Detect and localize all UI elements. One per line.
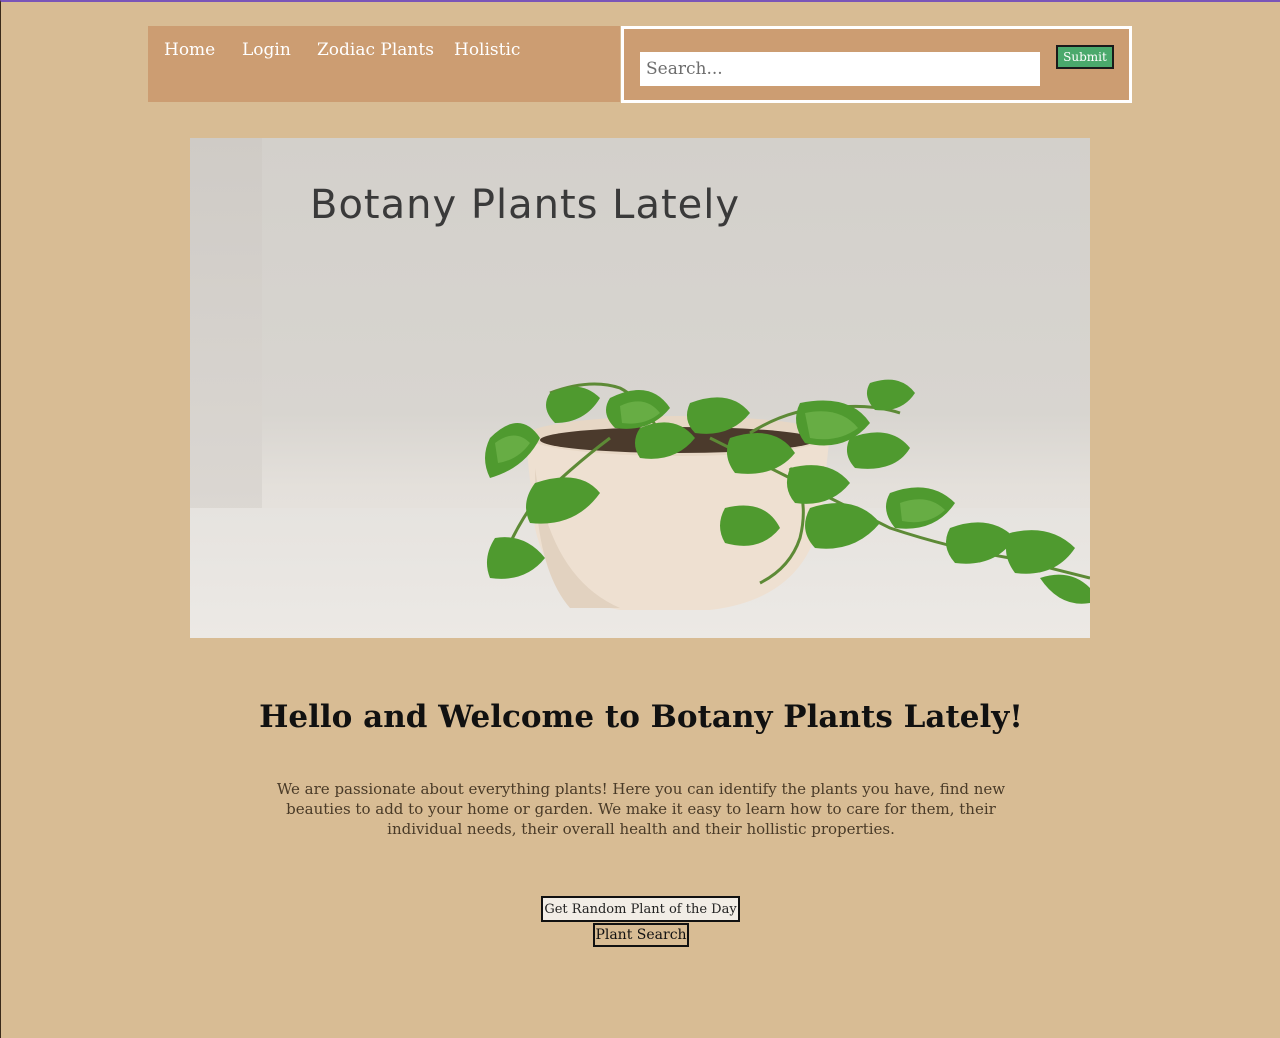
plant-search-button[interactable]: Plant Search xyxy=(593,923,689,947)
nav-holistic-link[interactable]: Holistic xyxy=(454,40,520,60)
main-nav: Home Login Zodiac Plants Holistic xyxy=(148,26,620,102)
nav-login-link[interactable]: Login xyxy=(242,40,291,60)
potted-plant-illustration xyxy=(485,379,1090,610)
welcome-heading: Hello and Welcome to Botany Plants Latel… xyxy=(259,699,1023,735)
nav-zodiac-plants-link[interactable]: Zodiac Plants xyxy=(317,40,434,60)
random-plant-button[interactable]: Get Random Plant of the Day xyxy=(541,896,740,922)
search-input[interactable] xyxy=(640,52,1040,86)
top-bar: Home Login Zodiac Plants Holistic Submit xyxy=(148,26,1133,104)
nav-home-link[interactable]: Home xyxy=(164,40,215,60)
intro-paragraph: We are passionate about everything plant… xyxy=(276,780,1006,838)
hero-banner-image: Botany Plants Lately xyxy=(190,138,1090,638)
submit-button[interactable]: Submit xyxy=(1056,45,1114,69)
search-form: Submit xyxy=(621,26,1132,103)
